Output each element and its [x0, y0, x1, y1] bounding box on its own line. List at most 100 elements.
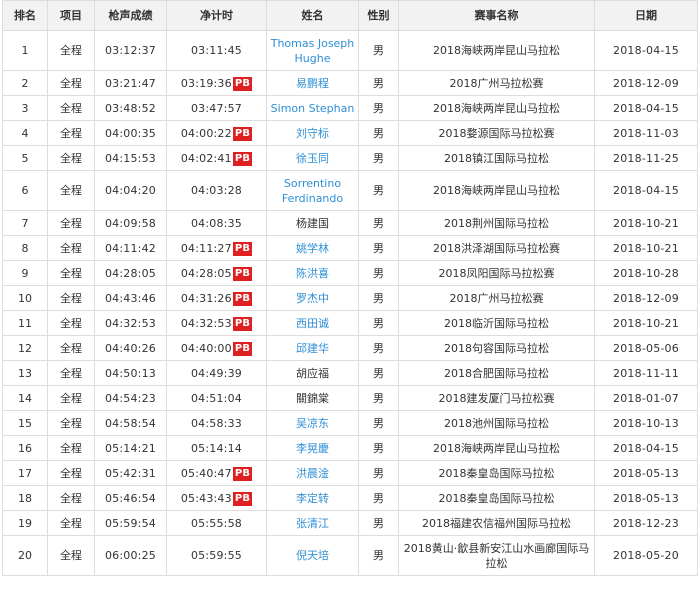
date-cell: 2018-11-25 [594, 145, 698, 171]
race-cell: 2018广州马拉松赛 [398, 285, 595, 311]
runner-name-link[interactable]: 张清江 [296, 517, 329, 530]
net-time-cell: 05:14:14 [166, 435, 267, 461]
net-time-cell: 03:19:36 PB [166, 70, 267, 96]
header-name: 姓名 [266, 0, 359, 31]
event-cell: 全程 [47, 435, 95, 461]
runner-name-link[interactable]: Simon Stephan [271, 102, 355, 115]
rank-cell: 9 [2, 260, 48, 286]
runner-name-link[interactable]: 罗杰中 [296, 292, 329, 305]
race-cell: 2018海峡两岸昆山马拉松 [398, 435, 595, 461]
name-cell: 關錦棠 [266, 385, 359, 411]
rank-cell: 3 [2, 95, 48, 121]
table-row: 2 全程 03:21:47 03:19:36 PB 易鹏程男 2018广州马拉松赛 2018-… [2, 70, 698, 96]
gun-time-cell: 04:58:54 [94, 410, 167, 436]
pb-badge: PB [232, 341, 253, 356]
runner-name: 杨建国 [296, 216, 329, 230]
gun-time-cell: 06:00:25 [94, 535, 167, 576]
net-time-cell: 04:02:41 PB [166, 145, 267, 171]
name-cell: 胡应福 [266, 360, 359, 386]
net-time-cell: 03:47:57 [166, 95, 267, 121]
name-cell: 李晃慶 [266, 435, 359, 461]
rank-cell: 20 [2, 535, 48, 576]
runner-name-link[interactable]: 刘守标 [296, 127, 329, 140]
net-time-cell: 04:51:04 [166, 385, 267, 411]
date-cell: 2018-05-20 [594, 535, 698, 576]
runner-name-link[interactable]: 邱建华 [296, 342, 329, 355]
table-row: 7 全程 04:09:58 04:08:35 杨建国 男 2018荆州国际马拉松 2018-1… [2, 210, 698, 236]
runner-name-link[interactable]: 西田诚 [296, 317, 329, 330]
gun-time-cell: 03:12:37 [94, 30, 167, 71]
net-time-value: 04:03:28 [190, 184, 242, 197]
gender-cell: 男 [358, 70, 399, 96]
runner-name-link[interactable]: 吴凉东 [296, 417, 329, 430]
runner-name-link[interactable]: 徐玉同 [296, 152, 329, 165]
net-time-value: 04:00:22 [180, 126, 232, 140]
header-gender: 性别 [358, 0, 399, 31]
date-cell: 2018-05-06 [594, 335, 698, 361]
event-cell: 全程 [47, 260, 95, 286]
table-row: 1 全程 03:12:37 03:11:45 Thomas Joseph Hughe 男 2… [2, 30, 698, 71]
date-cell: 2018-04-15 [594, 95, 698, 121]
rank-cell: 19 [2, 510, 48, 536]
gender-cell: 男 [358, 285, 399, 311]
race-cell: 2018福建农信福州国际马拉松 [398, 510, 595, 536]
event-cell: 全程 [47, 145, 95, 171]
rank-cell: 16 [2, 435, 48, 461]
net-time-value: 04:28:05 [180, 266, 232, 280]
gender-cell: 男 [358, 170, 399, 211]
runner-name-link[interactable]: 洪晨淦 [296, 467, 329, 480]
name-cell: 李定转 [266, 485, 359, 511]
name-cell: 张清江 [266, 510, 359, 536]
name-cell: Sorrentino Ferdinando [266, 170, 359, 211]
net-time-value: 04:58:33 [190, 416, 242, 430]
rank-cell: 5 [2, 145, 48, 171]
pb-badge: PB [232, 151, 253, 166]
date-cell: 2018-11-03 [594, 120, 698, 146]
event-cell: 全程 [47, 310, 95, 336]
rank-cell: 15 [2, 410, 48, 436]
net-time-cell: 04:11:27 PB [166, 235, 267, 261]
race-cell: 2018凤阳国际马拉松赛 [398, 260, 595, 286]
event-cell: 全程 [47, 235, 95, 261]
net-time-cell: 03:11:45 [166, 30, 267, 71]
name-cell: 倪天培 [266, 535, 359, 576]
net-time-cell: 04:49:39 [166, 360, 267, 386]
runner-name-link[interactable]: 李晃慶 [296, 442, 329, 455]
net-time-value: 04:08:35 [190, 216, 242, 230]
date-cell: 2018-12-09 [594, 70, 698, 96]
runner-name-link[interactable]: Sorrentino Ferdinando [282, 177, 343, 205]
gender-cell: 男 [358, 260, 399, 286]
gun-time-cell: 05:14:21 [94, 435, 167, 461]
event-cell: 全程 [47, 510, 95, 536]
gun-time-cell: 04:32:53 [94, 310, 167, 336]
rank-cell: 18 [2, 485, 48, 511]
runner-name-link[interactable]: 易鹏程 [296, 77, 329, 90]
gun-time-cell: 05:59:54 [94, 510, 167, 536]
table-row: 19 全程 05:59:54 05:55:58 张清江 男 2018福建农信福州国际马拉松 2… [2, 510, 698, 536]
name-cell: 吴凉东 [266, 410, 359, 436]
runner-name-link[interactable]: 姚学林 [296, 242, 329, 255]
date-cell: 2018-11-11 [594, 360, 698, 386]
gun-time-cell: 04:09:58 [94, 210, 167, 236]
gun-time-cell: 04:00:35 [94, 120, 167, 146]
runner-name-link[interactable]: 陈洪喜 [296, 267, 329, 280]
race-cell: 2018池州国际马拉松 [398, 410, 595, 436]
pb-badge: PB [232, 291, 253, 306]
name-cell: 邱建华 [266, 335, 359, 361]
pb-badge: PB [232, 316, 253, 331]
header-race: 赛事名称 [398, 0, 595, 31]
race-cell: 2018镇江国际马拉松 [398, 145, 595, 171]
gun-time-cell: 04:28:05 [94, 260, 167, 286]
runner-name-link[interactable]: Thomas Joseph Hughe [271, 37, 355, 65]
runner-name-link[interactable]: 倪天培 [296, 549, 329, 562]
race-cell: 2018广州马拉松赛 [398, 70, 595, 96]
runner-name-link[interactable]: 李定转 [296, 492, 329, 505]
gun-time-cell: 03:21:47 [94, 70, 167, 96]
gun-time-cell: 04:43:46 [94, 285, 167, 311]
rank-cell: 7 [2, 210, 48, 236]
pb-badge: PB [232, 241, 253, 256]
net-time-value: 04:51:04 [190, 391, 242, 405]
pb-badge: PB [232, 466, 253, 481]
date-cell: 2018-04-15 [594, 30, 698, 71]
race-cell: 2018句容国际马拉松 [398, 335, 595, 361]
